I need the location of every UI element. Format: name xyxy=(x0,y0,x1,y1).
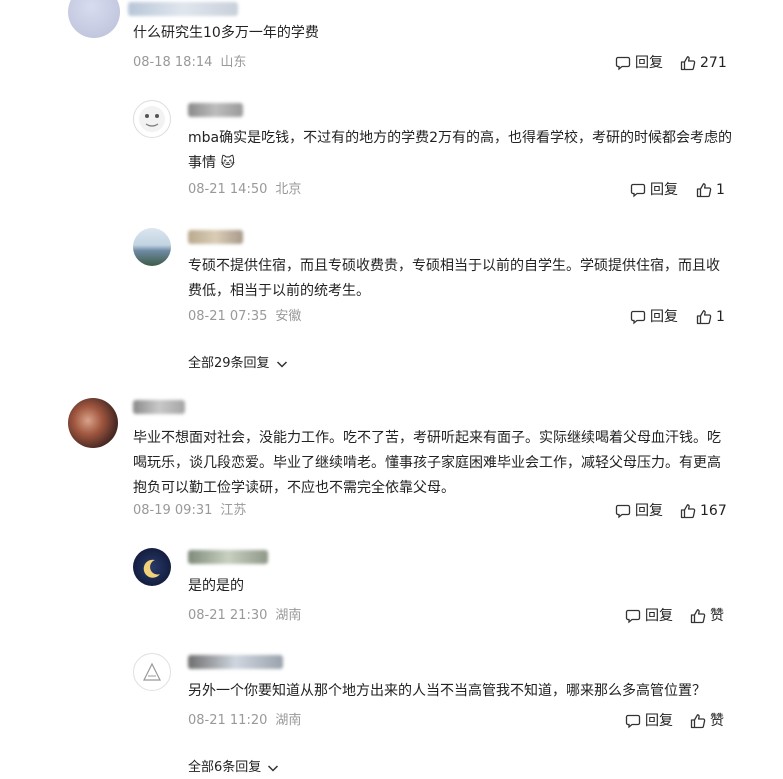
reply-label: 回复 xyxy=(645,713,673,729)
chevron-down-icon xyxy=(268,765,279,772)
reply-label: 回复 xyxy=(645,608,673,624)
more-replies-label: 全部6条回复 xyxy=(188,760,262,775)
thumbs-up-icon xyxy=(696,310,712,325)
like-count: 1 xyxy=(716,182,725,198)
reply-meta: 08-21 07:35 安徽 xyxy=(188,308,301,326)
like-count: 271 xyxy=(700,55,727,71)
like-button[interactable]: 赞 xyxy=(690,607,724,625)
reply-date: 08-21 21:30 xyxy=(188,608,268,623)
reply-label: 回复 xyxy=(650,182,678,198)
thumbs-up-icon xyxy=(680,504,696,519)
username-blurred[interactable] xyxy=(133,400,185,414)
expand-replies-button[interactable]: 全部29条回复 xyxy=(188,355,290,373)
comment-date: 08-18 18:14 xyxy=(133,55,213,70)
like-button[interactable]: 赞 xyxy=(690,712,724,730)
like-count: 1 xyxy=(716,309,725,325)
username-blurred[interactable] xyxy=(188,550,268,564)
username-blurred[interactable] xyxy=(188,230,243,244)
reply-location: 湖南 xyxy=(275,713,302,728)
reply-text: 是的是的 xyxy=(188,578,244,594)
comment-meta: 08-19 09:31 江苏 xyxy=(133,502,246,520)
reply-label: 回复 xyxy=(650,309,678,325)
comment-icon xyxy=(630,183,646,198)
avatar[interactable] xyxy=(68,0,120,38)
comment-location: 江苏 xyxy=(220,503,247,518)
reply-date: 08-21 11:20 xyxy=(188,713,268,728)
reply-button[interactable]: 回复 xyxy=(615,502,663,520)
reply-button[interactable]: 回复 xyxy=(625,712,673,730)
reply-text: 另外一个你要知道从那个地方出来的人当不当高管我不知道，哪来那么多高管位置？ xyxy=(188,683,706,699)
like-count: 167 xyxy=(700,503,727,519)
username-blurred[interactable] xyxy=(188,655,283,669)
like-button[interactable]: 167 xyxy=(680,502,727,520)
comment-text: 毕业不想面对社会，没能力工作。吃不了苦，考研听起来有面子。实际继续喝着父母血汗钱… xyxy=(133,430,721,496)
comment-icon xyxy=(625,714,641,729)
username-blurred[interactable] xyxy=(188,103,243,117)
reply-button[interactable]: 回复 xyxy=(630,308,678,326)
reply-label: 回复 xyxy=(635,55,663,71)
reply-text: 专硕不提供住宿，而且专硕收费贵，专硕相当于以前的自学生。学硕提供住宿，而且收费低… xyxy=(188,258,720,299)
like-button[interactable]: 271 xyxy=(680,54,727,72)
avatar-image xyxy=(143,559,160,578)
reply-date: 08-21 07:35 xyxy=(188,309,268,324)
reply-meta: 08-21 11:20 湖南 xyxy=(188,712,301,730)
avatar-image xyxy=(143,662,161,681)
comment-icon xyxy=(625,609,641,624)
reply-location: 安徽 xyxy=(275,309,302,324)
reply-meta: 08-21 21:30 湖南 xyxy=(188,607,301,625)
expand-replies-button[interactable]: 全部6条回复 xyxy=(188,759,281,777)
reply-button[interactable]: 回复 xyxy=(615,54,663,72)
avatar-image xyxy=(139,106,165,132)
chevron-down-icon xyxy=(276,361,287,368)
more-replies-label: 全部29条回复 xyxy=(188,356,270,371)
thumbs-up-icon xyxy=(680,56,696,71)
reply-location: 北京 xyxy=(275,182,302,197)
avatar[interactable] xyxy=(133,100,171,138)
like-label: 赞 xyxy=(710,713,724,729)
username-blurred[interactable] xyxy=(128,2,238,16)
comment-icon xyxy=(615,56,631,71)
thumbs-up-icon xyxy=(690,609,706,624)
reply-meta: 08-21 14:50 北京 xyxy=(188,181,301,199)
comment-icon xyxy=(615,504,631,519)
avatar[interactable] xyxy=(133,548,171,586)
avatar[interactable] xyxy=(133,228,171,266)
comment-date: 08-19 09:31 xyxy=(133,503,213,518)
like-button[interactable]: 1 xyxy=(696,308,725,326)
comment-icon xyxy=(630,310,646,325)
thumbs-up-icon xyxy=(696,183,712,198)
like-label: 赞 xyxy=(710,608,724,624)
reply-location: 湖南 xyxy=(275,608,302,623)
reply-text: mba确实是吃钱，不过有的地方的学费2万有的高，也得看学校，考研的时候都会考虑的… xyxy=(188,130,733,171)
avatar[interactable] xyxy=(68,398,118,448)
reply-date: 08-21 14:50 xyxy=(188,182,268,197)
reply-label: 回复 xyxy=(635,503,663,519)
reply-button[interactable]: 回复 xyxy=(630,181,678,199)
comment-location: 山东 xyxy=(220,55,247,70)
like-button[interactable]: 1 xyxy=(696,181,725,199)
comment-meta: 08-18 18:14 山东 xyxy=(133,54,246,72)
reply-button[interactable]: 回复 xyxy=(625,607,673,625)
thumbs-up-icon xyxy=(690,714,706,729)
avatar[interactable] xyxy=(133,653,171,691)
comment-text: 什么研究生10多万一年的学费 xyxy=(133,25,319,41)
